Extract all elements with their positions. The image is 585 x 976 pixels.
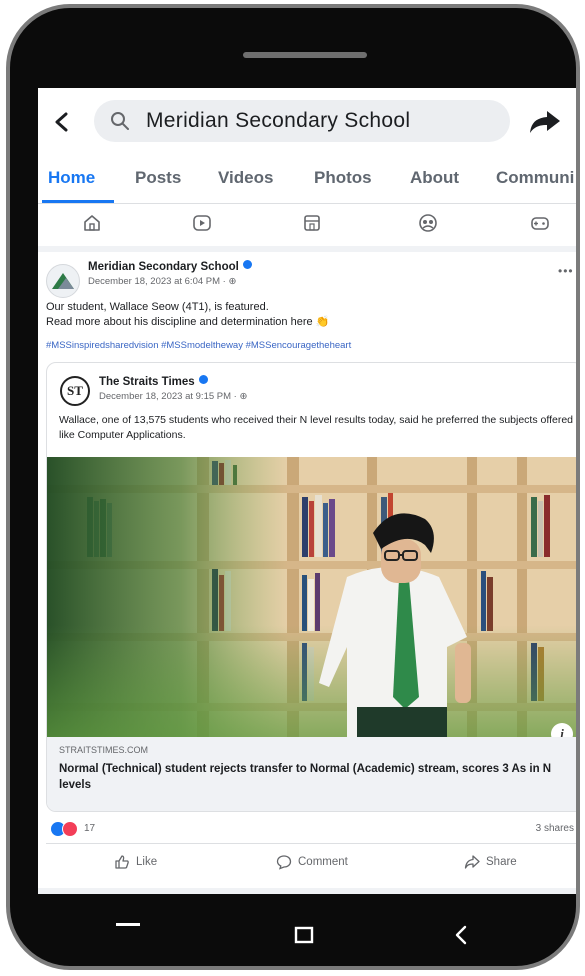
post-actions: Like Comment Share [38, 846, 576, 880]
back-nav-icon[interactable] [454, 924, 468, 946]
back-button[interactable] [48, 108, 76, 136]
section-icon-row [38, 206, 576, 246]
screen: Meridian Secondary School Home Posts Vid… [38, 88, 576, 894]
shared-text: Wallace, one of 13,575 students who rece… [59, 414, 574, 441]
verified-badge-icon [198, 375, 208, 384]
phone-speaker [243, 52, 367, 58]
recent-apps-icon[interactable] [116, 922, 140, 928]
groups-icon[interactable] [418, 213, 438, 233]
post-author[interactable]: Meridian Secondary School [88, 260, 252, 273]
post-text: Our student, Wallace Seow (4T1), is feat… [46, 300, 576, 330]
section-separator [38, 888, 576, 894]
section-separator [38, 246, 576, 252]
link-domain: STRAITSTIMES.COM [59, 745, 149, 755]
reaction-count: 17 [84, 823, 96, 834]
share-label: Share [486, 856, 517, 868]
tab-home[interactable]: Home [48, 168, 95, 188]
tab-photos[interactable]: Photos [314, 168, 372, 188]
tab-posts[interactable]: Posts [135, 168, 181, 188]
gaming-icon[interactable] [530, 213, 550, 233]
source-logo: ST [60, 376, 90, 406]
home-button-icon[interactable] [294, 926, 314, 946]
more-options-icon[interactable]: ••• [558, 264, 574, 278]
school-logo-icon [52, 273, 74, 289]
library-photo [47, 457, 576, 737]
video-icon[interactable] [192, 213, 212, 233]
post-text-line: Read more about his discipline and deter… [46, 316, 330, 328]
post-author-name: Meridian Secondary School [88, 261, 239, 273]
tab-videos[interactable]: Videos [218, 168, 273, 188]
search-query: Meridian Secondary School [146, 109, 411, 132]
post-timestamp: December 18, 2023 at 6:04 PM · ⊕ [88, 276, 237, 287]
comment-label: Comment [298, 856, 348, 868]
share-button[interactable]: Share [464, 854, 517, 870]
share-arrow-icon[interactable] [528, 108, 562, 136]
shared-post-card[interactable]: ST The Straits Times December 18, 2023 a… [46, 362, 576, 812]
back-arrow-icon [55, 112, 68, 132]
post-hashtags[interactable]: #MSSinspiredsharedvision #MSSmodeltheway… [46, 340, 576, 351]
verified-badge-icon [242, 260, 252, 269]
shared-author-name: The Straits Times [99, 376, 195, 388]
love-reaction-icon [62, 821, 78, 837]
comment-button[interactable]: Comment [276, 854, 348, 870]
shared-author[interactable]: The Straits Times [99, 375, 208, 388]
comment-icon [276, 855, 292, 870]
post-text-line: Our student, Wallace Seow (4T1), is feat… [46, 301, 269, 313]
link-preview[interactable]: STRAITSTIMES.COM Normal (Technical) stud… [47, 737, 576, 811]
home-icon[interactable] [82, 213, 102, 233]
share-count[interactable]: 3 shares [536, 823, 574, 834]
search-bar[interactable]: Meridian Secondary School [94, 100, 510, 142]
tab-about[interactable]: About [410, 168, 459, 188]
post-photo[interactable]: i [47, 457, 576, 737]
tab-community[interactable]: Communi [496, 168, 574, 188]
like-label: Like [136, 856, 158, 868]
search-icon [111, 112, 129, 130]
divider [38, 203, 576, 204]
shop-icon[interactable] [302, 213, 322, 233]
page-tabs: Home Posts Videos Photos About Communi [38, 158, 576, 203]
phone-frame: Meridian Secondary School Home Posts Vid… [6, 4, 580, 970]
shared-timestamp: December 18, 2023 at 9:15 PM · ⊕ [99, 391, 248, 402]
thumbs-up-icon [115, 855, 129, 869]
link-title: Normal (Technical) student rejects trans… [59, 763, 552, 791]
like-button[interactable]: Like [114, 854, 157, 870]
divider [46, 843, 576, 844]
reactions-bar[interactable]: 17 3 shares [46, 818, 576, 840]
page-avatar[interactable] [46, 264, 80, 298]
share-icon [464, 855, 480, 869]
